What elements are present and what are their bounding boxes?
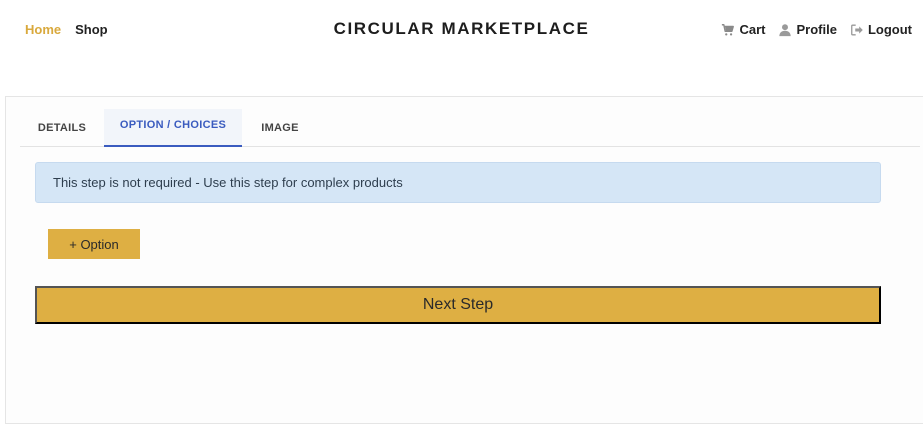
- tab-details[interactable]: DETAILS: [20, 109, 104, 147]
- info-alert: This step is not required - Use this ste…: [35, 162, 881, 203]
- tab-image[interactable]: IMAGE: [242, 109, 318, 147]
- info-alert-text: This step is not required - Use this ste…: [53, 175, 403, 190]
- next-step-button[interactable]: Next Step: [35, 286, 881, 324]
- user-icon: [778, 23, 792, 37]
- step-tabs: DETAILS OPTION / CHOICES IMAGE: [20, 109, 920, 147]
- logout-icon: [850, 23, 864, 37]
- cart-icon: [721, 23, 735, 37]
- cart-label: Cart: [739, 22, 766, 37]
- nav-logout-link[interactable]: Logout: [850, 22, 912, 37]
- nav-cart-link[interactable]: Cart: [721, 22, 765, 37]
- add-option-button[interactable]: + Option: [48, 229, 140, 259]
- product-editor-card: DETAILS OPTION / CHOICES IMAGE This step…: [5, 96, 923, 424]
- nav-profile-link[interactable]: Profile: [778, 22, 837, 37]
- profile-label: Profile: [796, 22, 837, 37]
- logout-label: Logout: [867, 22, 912, 37]
- tab-option-choices[interactable]: OPTION / CHOICES: [104, 109, 242, 147]
- top-navigation: Home Shop CIRCULAR MARKETPLACE Cart Prof…: [0, 0, 923, 60]
- account-nav: Cart Profile Logout: [721, 22, 912, 37]
